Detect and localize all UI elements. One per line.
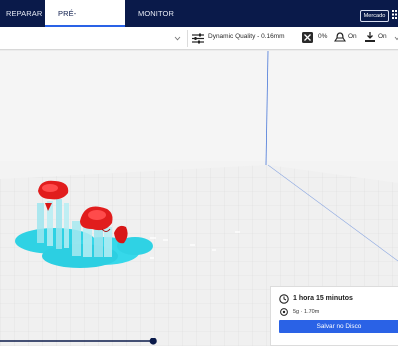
sliders-icon [192, 33, 204, 44]
save-to-disk-button[interactable]: Salvar no Disco [279, 320, 398, 333]
support-icon[interactable] [302, 32, 313, 43]
tab-monitor[interactable]: MONITOR [138, 0, 174, 27]
tab-label: REPARAR [6, 9, 43, 18]
slider-handle[interactable] [149, 338, 157, 345]
material-usage: 5g · 1.70m [293, 309, 320, 315]
chevron-down-icon[interactable] [174, 35, 181, 42]
print-settings-bar: Dynamic Quality - 0.16mm 0% On On [0, 27, 398, 50]
tab-preview[interactable]: PRÉ-VISUALIZAÇÃO [45, 0, 125, 45]
marketplace-label: Mercado [363, 13, 386, 19]
chevron-down-icon[interactable] [394, 35, 398, 42]
apps-grid-icon[interactable] [392, 10, 398, 20]
support-value: 0% [318, 33, 328, 40]
filament-spool-icon [280, 308, 288, 316]
plate-value: On [378, 33, 387, 40]
adhesion-value: On [348, 33, 357, 40]
tab-reparar[interactable]: REPARAR [6, 0, 42, 27]
tab-label: MONITOR [138, 9, 174, 18]
clock-icon [279, 294, 289, 304]
print-output-panel: 1 hora 15 minutos 5g · 1.70m Salvar no D… [270, 286, 398, 346]
marketplace-button[interactable]: Mercado [360, 10, 389, 22]
build-plate-icon[interactable] [364, 31, 376, 43]
adhesion-icon[interactable] [334, 31, 346, 43]
top-nav-bar: REPARAR PRÉ-VISUALIZAÇÃO MONITOR Mercado [0, 0, 398, 45]
profile-selector[interactable]: Dynamic Quality - 0.16mm [208, 33, 285, 40]
print-time: 1 hora 15 minutos [293, 295, 353, 302]
divider [187, 30, 188, 47]
